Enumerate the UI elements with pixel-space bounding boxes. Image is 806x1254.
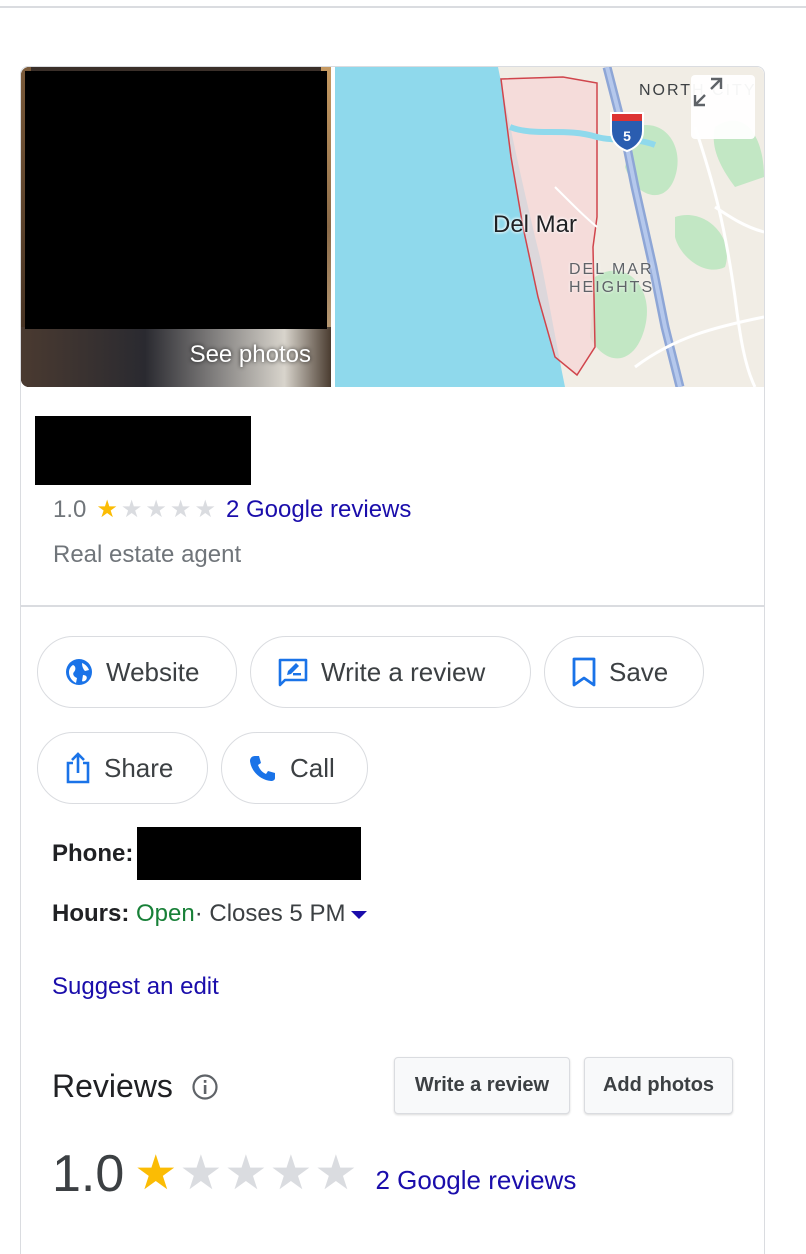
reviews-count-link[interactable]: 2 Google reviews <box>375 1165 576 1196</box>
info-icon[interactable] <box>191 1073 219 1101</box>
star-icon-empty: ★ <box>179 1147 223 1200</box>
star-icon-empty: ★ <box>314 1147 358 1200</box>
share-icon <box>66 752 90 784</box>
phone-label: Phone: <box>52 839 134 867</box>
hours-row: Hours: Open · Closes 5 PM <box>52 897 368 931</box>
star-icon-empty: ★ <box>269 1147 313 1200</box>
reviews-star-rating: ★ ★ ★ ★ ★ <box>134 1150 357 1198</box>
reviews-rating-value: 1.0 <box>52 1145 125 1203</box>
reviews-rating-summary: 1.0 ★ ★ ★ ★ ★ 2 Google reviews <box>52 1142 576 1206</box>
save-button[interactable]: Save <box>544 636 704 708</box>
reviews-title: Reviews <box>52 1068 173 1104</box>
hours-label: Hours: <box>52 900 130 927</box>
write-review-chip-label: Write a review <box>321 656 486 687</box>
interstate-number: 5 <box>623 128 631 144</box>
map-tile[interactable]: 5 NORTH CITY Del Mar DEL MAR HEIGHTS <box>335 67 764 387</box>
hours-status: Open <box>136 900 195 927</box>
map-label-heights-line1: DEL MAR <box>569 261 654 278</box>
globe-icon <box>66 659 92 685</box>
map-label-heights-line2: HEIGHTS <box>569 279 655 296</box>
hours-dropdown-icon[interactable] <box>351 911 368 919</box>
star-icon-empty: ★ <box>169 496 192 523</box>
business-category: Real estate agent <box>53 541 242 568</box>
phone-icon <box>250 756 275 781</box>
expand-map-button[interactable] <box>691 75 755 139</box>
rating-value: 1.0 <box>53 496 87 523</box>
star-icon-empty: ★ <box>120 496 143 523</box>
map-label-del-mar: Del Mar <box>493 211 578 238</box>
redacted-business-name <box>35 416 251 485</box>
call-label: Call <box>290 752 335 783</box>
google-reviews-link[interactable]: 2 Google reviews <box>226 496 411 524</box>
star-icon-filled: ★ <box>134 1147 178 1200</box>
call-button[interactable]: Call <box>221 732 368 804</box>
star-icon-empty: ★ <box>194 496 216 523</box>
hours-closes: · Closes 5 PM <box>194 900 346 927</box>
star-icon-empty: ★ <box>145 496 167 523</box>
bookmark-icon <box>572 657 596 687</box>
section-divider <box>21 605 764 607</box>
redacted-photo <box>25 71 327 329</box>
star-rating: ★ ★ ★ ★ ★ <box>96 498 216 522</box>
top-divider <box>0 6 806 8</box>
redacted-phone-number <box>137 827 362 880</box>
save-label: Save <box>609 656 669 687</box>
see-photos-label[interactable]: See photos <box>190 341 311 369</box>
reviews-heading-row: Reviews <box>52 1068 219 1105</box>
add-photos-button[interactable]: Add photos <box>584 1057 733 1114</box>
website-label: Website <box>106 656 200 687</box>
write-review-button[interactable]: Write a review <box>394 1057 570 1114</box>
expand-icon <box>693 77 723 107</box>
phone-row: Phone: <box>52 827 362 880</box>
share-label: Share <box>104 752 174 783</box>
rate-review-icon <box>278 658 308 687</box>
suggest-edit-link[interactable]: Suggest an edit <box>52 973 219 1001</box>
share-button[interactable]: Share <box>37 732 208 804</box>
star-icon-empty: ★ <box>224 1147 268 1200</box>
write-review-chip[interactable]: Write a review <box>250 636 531 708</box>
map-label-del-mar-heights: DEL MAR HEIGHTS <box>569 261 654 297</box>
star-icon-filled: ★ <box>96 496 118 523</box>
photo-tile[interactable]: See photos <box>21 67 331 387</box>
website-button[interactable]: Website <box>37 636 237 708</box>
rating-summary: 1.0 ★ ★ ★ ★ ★ 2 Google reviews <box>53 493 411 527</box>
